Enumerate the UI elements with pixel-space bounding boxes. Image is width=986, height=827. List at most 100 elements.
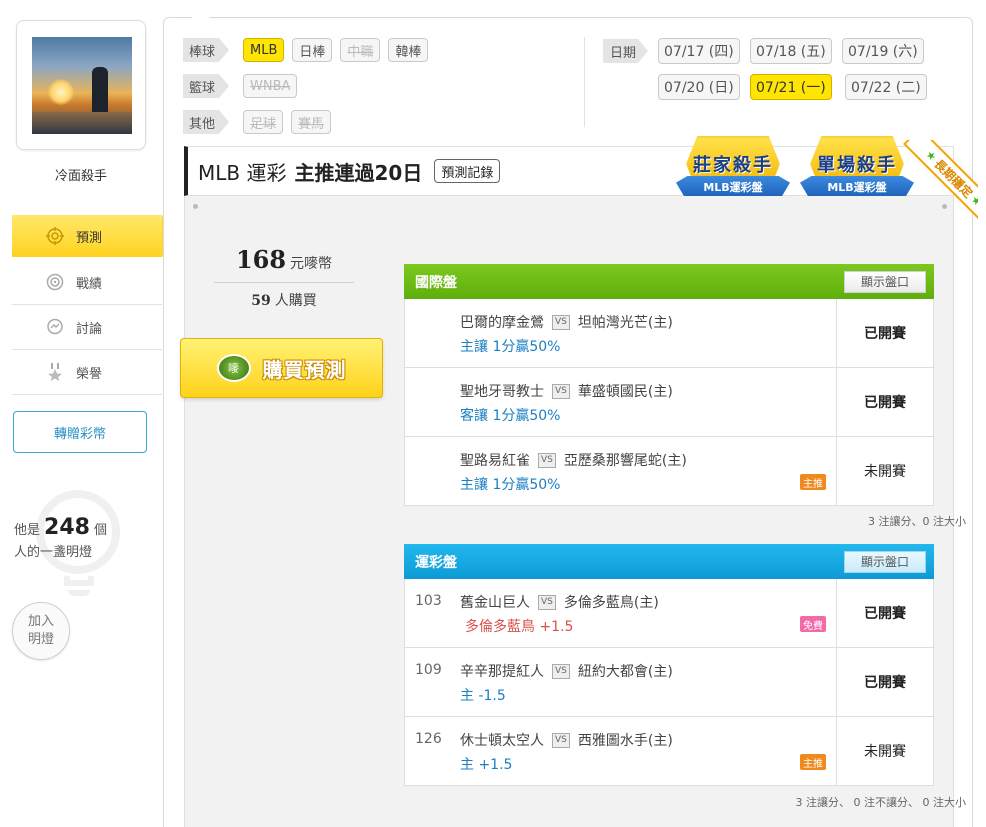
follower-count-text: 他是 248 個 人的一盞明燈 bbox=[14, 517, 134, 564]
avatar[interactable] bbox=[32, 37, 132, 134]
date-0722[interactable]: 07/22 (二) bbox=[845, 74, 927, 100]
streak-title: 主推連過20日 bbox=[294, 160, 423, 185]
panel-header: 運彩盤 顯示盤口 bbox=[404, 544, 934, 579]
sidebar-item-honor[interactable]: 榮譽 bbox=[12, 350, 162, 395]
price-value: 168 bbox=[235, 245, 287, 274]
chat-icon bbox=[46, 318, 64, 336]
show-odds-button[interactable]: 顯示盤口 bbox=[844, 270, 926, 293]
game-info: 103 舊金山巨人 VS 多倫多藍鳥(主) 多倫多藍鳥 +1.5 免費 bbox=[405, 579, 837, 647]
medal-icon bbox=[46, 363, 64, 381]
follower-prefix: 他是 bbox=[14, 523, 41, 538]
buy-prediction-label: 購買預測 bbox=[262, 357, 347, 382]
game-teams: 聖路易紅雀 VS 亞歷桑那響尾蛇(主) bbox=[460, 450, 687, 470]
chip-cpbl: 中職 bbox=[340, 38, 381, 62]
sidebar-item-label: 榮譽 bbox=[76, 366, 103, 382]
transfer-coins-button[interactable]: 轉贈彩幣 bbox=[13, 411, 147, 453]
date-0717[interactable]: 07/17 (四) bbox=[658, 38, 740, 64]
chip-kbo[interactable]: 韓棒 bbox=[388, 38, 429, 62]
vs-icon: VS bbox=[552, 314, 570, 330]
badge-title: 單場殺手 bbox=[817, 155, 897, 176]
game-pick: 主讓 1分贏50% bbox=[460, 339, 561, 355]
follower-suffix: 個 bbox=[93, 523, 107, 538]
sport-panel-summary: 3 注讓分、 0 注不讓分、 0 注大小 bbox=[795, 796, 966, 809]
avatar-sun bbox=[48, 79, 74, 105]
table-row: 103 舊金山巨人 VS 多倫多藍鳥(主) 多倫多藍鳥 +1.5 免費 已開賽 bbox=[404, 579, 934, 648]
home-team: 多倫多藍鳥(主) bbox=[563, 595, 659, 611]
pin-dot bbox=[942, 204, 947, 209]
chip-wnba: WNBA bbox=[243, 74, 298, 98]
badge-title: 莊家殺手 bbox=[693, 155, 773, 176]
main-pick-badge: 主推 bbox=[800, 474, 826, 490]
date-0719[interactable]: 07/19 (六) bbox=[842, 38, 924, 64]
chip-soccer: 足球 bbox=[243, 110, 284, 134]
follower-caption: 人的一盞明燈 bbox=[14, 545, 93, 560]
coin-icon: 嘜 bbox=[216, 354, 251, 382]
game-pick: 主讓 1分贏50% bbox=[460, 477, 561, 493]
table-row: 聖地牙哥教士 VS 華盛頓國民(主) 客讓 1分贏50% 已開賽 bbox=[404, 368, 934, 437]
date-0718[interactable]: 07/18 (五) bbox=[750, 38, 832, 64]
avatar-water bbox=[32, 112, 132, 134]
free-badge: 免費 bbox=[800, 616, 826, 632]
home-team: 華盛頓國民(主) bbox=[577, 384, 673, 400]
intl-panel-summary: 3 注讓分、0 注大小 bbox=[868, 515, 966, 528]
away-team: 舊金山巨人 bbox=[460, 595, 530, 611]
away-team: 聖地牙哥教士 bbox=[460, 384, 544, 400]
main-pick-badge: 主推 bbox=[800, 754, 826, 770]
game-status: 未開賽 bbox=[864, 744, 906, 760]
vs-icon: VS bbox=[552, 663, 570, 679]
corner-label: 長期穩定 bbox=[931, 156, 976, 201]
sidebar-item-label: 預測 bbox=[76, 230, 103, 246]
game-number: 109 bbox=[415, 662, 442, 678]
buyer-number: 59 bbox=[251, 293, 271, 309]
filter-label-basketball: 籃球 bbox=[183, 74, 229, 98]
sidebar-nav: 預測 戰績 討論 榮譽 bbox=[12, 215, 174, 395]
game-number: 126 bbox=[415, 731, 442, 747]
pin-dot bbox=[193, 204, 198, 209]
chip-npb[interactable]: 日棒 bbox=[292, 38, 333, 62]
game-pick: 客讓 1分贏50% bbox=[460, 408, 561, 424]
game-teams: 舊金山巨人 VS 多倫多藍鳥(主) bbox=[460, 592, 659, 612]
target-icon bbox=[46, 227, 64, 245]
game-info: 聖地牙哥教士 VS 華盛頓國民(主) 客讓 1分贏50% bbox=[405, 368, 837, 436]
follower-count: 248 bbox=[44, 515, 90, 540]
bulb-base bbox=[64, 576, 94, 586]
game-teams: 聖地牙哥教士 VS 華盛頓國民(主) bbox=[460, 381, 673, 401]
sidebar: 冷面殺手 預測 戰績 討論 榮譽 轉贈彩幣 他是 248 個 人的一盞明燈 加入… bbox=[0, 0, 174, 827]
vs-icon: VS bbox=[538, 594, 556, 610]
table-row: 巴爾的摩金鶯 VS 坦帕灣光芒(主) 主讓 1分贏50% 已開賽 bbox=[404, 299, 934, 368]
join-lamp-label: 加入明燈 bbox=[27, 614, 54, 647]
sidebar-item-label: 戰績 bbox=[76, 276, 103, 292]
game-teams: 休士頓太空人 VS 西雅圖水手(主) bbox=[460, 730, 673, 750]
panel-header: 國際盤 顯示盤口 bbox=[404, 264, 934, 299]
filter-baseball: 棒球 MLB 日棒 中職 韓棒 bbox=[183, 38, 436, 62]
panel-title: 國際盤 bbox=[415, 274, 457, 291]
game-status: 已開賽 bbox=[864, 326, 906, 342]
buyer-unit: 人購買 bbox=[274, 293, 317, 309]
buy-prediction-button[interactable]: 嘜 購買預測 bbox=[180, 338, 383, 398]
chip-mlb[interactable]: MLB bbox=[243, 38, 285, 62]
intl-odds-panel: 國際盤 顯示盤口 巴爾的摩金鶯 VS 坦帕灣光芒(主) 主讓 1分贏50% 已開賽 … bbox=[404, 264, 934, 506]
date-0721[interactable]: 07/21 (一) bbox=[750, 74, 832, 100]
game-info: 聖路易紅雀 VS 亞歷桑那響尾蛇(主) 主讓 1分贏50% 主推 bbox=[405, 437, 837, 505]
avatar-frame[interactable] bbox=[16, 20, 146, 150]
prediction-record-button[interactable]: 預測記錄 bbox=[434, 159, 501, 183]
join-lamp-button[interactable]: 加入明燈 bbox=[12, 602, 70, 660]
vs-icon: VS bbox=[552, 732, 570, 748]
filter-basketball: 籃球 WNBA bbox=[183, 74, 305, 98]
game-pick: 多倫多藍鳥 +1.5 bbox=[465, 619, 574, 635]
sidebar-item-predict[interactable]: 預測 bbox=[12, 215, 174, 257]
filter-divider bbox=[584, 37, 585, 127]
panel-title: 運彩盤 bbox=[415, 554, 457, 571]
date-0720[interactable]: 07/20 (日) bbox=[658, 74, 740, 100]
away-team: 聖路易紅雀 bbox=[460, 453, 530, 469]
user-name: 冷面殺手 bbox=[54, 169, 107, 184]
show-odds-button[interactable]: 顯示盤口 bbox=[844, 550, 926, 573]
badge-ribbon: MLB運彩盤 bbox=[676, 176, 790, 198]
sidebar-item-record[interactable]: 戰績 bbox=[12, 260, 162, 305]
table-row: 109 辛辛那提紅人 VS 紐約大都會(主) 主 -1.5 已開賽 bbox=[404, 648, 934, 717]
game-teams: 辛辛那提紅人 VS 紐約大都會(主) bbox=[460, 661, 673, 681]
sidebar-item-discuss[interactable]: 討論 bbox=[12, 305, 162, 350]
chip-horse: 賽馬 bbox=[291, 110, 332, 134]
vs-icon: VS bbox=[538, 452, 556, 468]
game-status: 已開賽 bbox=[864, 395, 906, 411]
